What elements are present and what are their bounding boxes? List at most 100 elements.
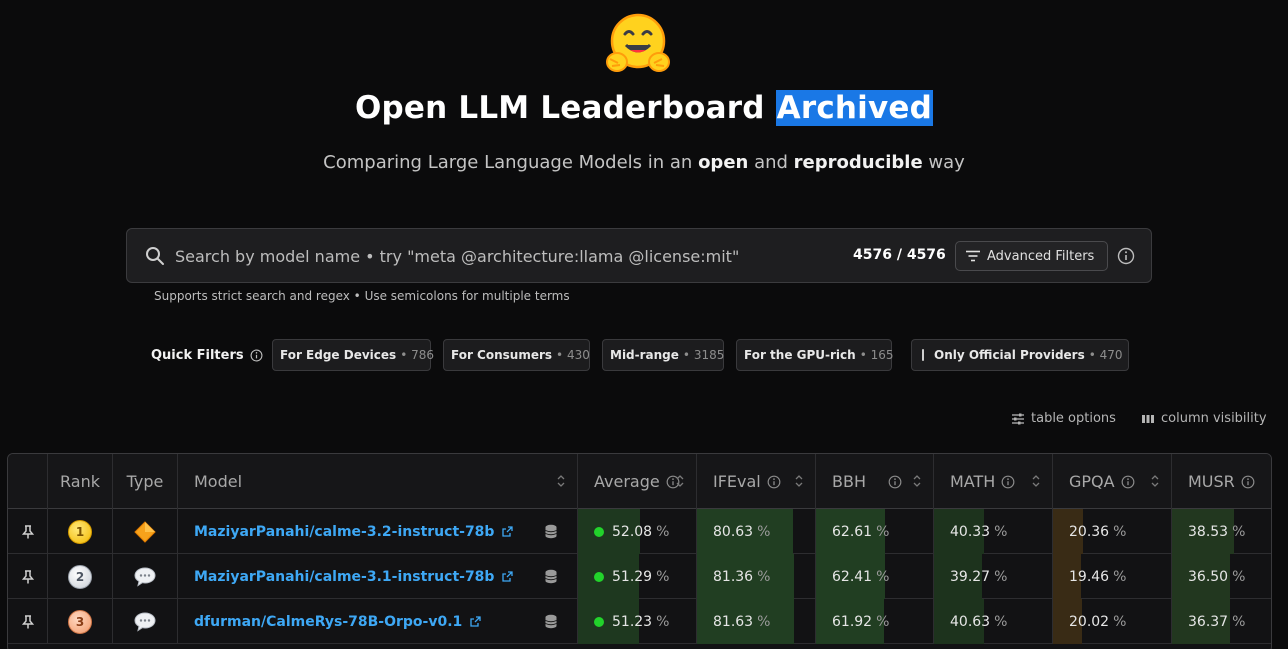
sort-icon[interactable] bbox=[1032, 474, 1040, 488]
ifeval-value: 80.63 bbox=[713, 523, 754, 540]
sort-icon[interactable] bbox=[557, 474, 565, 488]
pct: % bbox=[757, 613, 771, 630]
pct: % bbox=[1113, 523, 1127, 540]
pct: % bbox=[876, 568, 890, 585]
column-header-musr[interactable]: MUSR bbox=[1172, 454, 1271, 509]
pin-icon[interactable] bbox=[21, 614, 34, 629]
column-header-math[interactable]: MATH bbox=[934, 454, 1053, 509]
table-row[interactable]: 1 MaziyarPanahi/calme-3.2-instruct-78b 5… bbox=[8, 509, 1271, 554]
column-header-average[interactable]: Average bbox=[578, 454, 697, 509]
info-icon[interactable] bbox=[250, 349, 263, 362]
pct: % bbox=[994, 523, 1008, 540]
quick-filter-official-providers[interactable]: Only Official Providers • 470 bbox=[911, 339, 1129, 371]
gpqa-cell: 20.02% bbox=[1053, 599, 1172, 644]
search-input[interactable] bbox=[175, 243, 815, 269]
diamond-icon bbox=[134, 520, 156, 543]
pin-icon[interactable] bbox=[21, 524, 34, 539]
musr-value: 38.53 bbox=[1188, 523, 1229, 540]
pct: % bbox=[876, 613, 890, 630]
external-link-icon[interactable] bbox=[470, 616, 481, 627]
leaderboard-table: Rank Type Model Average IFEval BBH MATH … bbox=[7, 453, 1272, 649]
column-header-type[interactable]: Type bbox=[113, 454, 178, 509]
sort-icon[interactable] bbox=[1151, 474, 1159, 488]
chat-bubble-icon bbox=[134, 566, 156, 587]
advanced-filters-button[interactable]: Advanced Filters bbox=[955, 241, 1108, 271]
search-icon bbox=[146, 247, 164, 265]
column-header-gpqa[interactable]: GPQA bbox=[1053, 454, 1172, 509]
ifeval-value: 81.63 bbox=[713, 613, 754, 630]
info-icon[interactable] bbox=[1001, 475, 1015, 489]
pin-cell[interactable] bbox=[8, 554, 48, 599]
pct: % bbox=[994, 613, 1008, 630]
ifeval-value: 81.36 bbox=[713, 568, 754, 585]
header-label: Type bbox=[126, 472, 164, 491]
status-dot bbox=[594, 526, 604, 537]
subtitle-text: Comparing Large Language Models in an bbox=[323, 152, 699, 173]
rank-gold-badge: 1 bbox=[68, 519, 92, 544]
status-dot bbox=[594, 616, 604, 627]
sort-icon[interactable] bbox=[913, 474, 921, 488]
info-icon[interactable] bbox=[1117, 247, 1135, 265]
leaderboard-page: Open LLM Leaderboard Archived Comparing … bbox=[0, 0, 1288, 649]
ifeval-cell: 80.63% bbox=[697, 509, 816, 554]
info-icon[interactable] bbox=[1121, 475, 1135, 489]
average-value: 51.29 bbox=[612, 568, 653, 585]
quick-filter-consumers[interactable]: For Consumers • 430 bbox=[443, 339, 590, 371]
info-icon[interactable] bbox=[1241, 475, 1255, 489]
database-icon bbox=[545, 524, 557, 539]
model-cell: MaziyarPanahi/calme-3.2-instruct-78b bbox=[178, 509, 578, 554]
table-row[interactable]: 3 dfurman/CalmeRys-78B-Orpo-v0.1 51.23% … bbox=[8, 599, 1271, 644]
chip-count: • 165 bbox=[859, 348, 894, 362]
page-title: Open LLM Leaderboard Archived bbox=[0, 90, 1288, 126]
math-cell: 40.63% bbox=[934, 599, 1053, 644]
type-cell bbox=[113, 509, 178, 554]
chip-count: • 786 bbox=[400, 348, 434, 362]
sort-icon[interactable] bbox=[676, 474, 684, 488]
pct: % bbox=[1113, 568, 1127, 585]
quick-filter-mid-range[interactable]: Mid-range • 3185 bbox=[602, 339, 724, 371]
header-label: MUSR bbox=[1188, 472, 1235, 491]
pin-cell[interactable] bbox=[8, 509, 48, 554]
filter-icon bbox=[966, 250, 980, 262]
column-visibility-button[interactable]: column visibility bbox=[1141, 411, 1267, 426]
pin-cell[interactable] bbox=[8, 599, 48, 644]
checkbox-icon[interactable] bbox=[922, 349, 924, 361]
table-options-button[interactable]: table options bbox=[1011, 411, 1116, 426]
sort-icon[interactable] bbox=[795, 474, 803, 488]
column-header-ifeval[interactable]: IFEval bbox=[697, 454, 816, 509]
column-header-model[interactable]: Model bbox=[178, 454, 578, 509]
status-dot bbox=[594, 571, 604, 582]
gpqa-cell: 19.46% bbox=[1053, 554, 1172, 599]
chip-label: Mid-range bbox=[610, 348, 679, 362]
page-title-main: Open LLM Leaderboard bbox=[354, 90, 765, 126]
pin-icon[interactable] bbox=[21, 569, 34, 584]
info-icon[interactable] bbox=[767, 475, 781, 489]
bbh-cell: 61.92% bbox=[816, 599, 934, 644]
external-link-icon[interactable] bbox=[502, 526, 514, 537]
bbh-cell: 62.61% bbox=[816, 509, 934, 554]
table-row[interactable]: 2 MaziyarPanahi/calme-3.1-instruct-78b 5… bbox=[8, 554, 1271, 599]
model-link[interactable]: dfurman/CalmeRys-78B-Orpo-v0.1 bbox=[194, 614, 462, 630]
database-icon bbox=[545, 569, 557, 584]
quick-filter-edge-devices[interactable]: For Edge Devices • 786 bbox=[272, 339, 434, 371]
bbh-value: 62.41 bbox=[832, 568, 873, 585]
result-count: 4576 / 4576 bbox=[853, 247, 946, 263]
quick-filter-gpu-rich[interactable]: For the GPU-rich • 165 bbox=[736, 339, 894, 371]
pct: % bbox=[1232, 523, 1246, 540]
subtitle-text: and bbox=[748, 152, 794, 173]
columns-icon bbox=[1142, 414, 1154, 423]
info-icon[interactable] bbox=[888, 475, 902, 489]
ifeval-cell: 81.63% bbox=[697, 599, 816, 644]
column-header-bbh[interactable]: BBH bbox=[816, 454, 934, 509]
pct: % bbox=[656, 568, 670, 585]
model-link[interactable]: MaziyarPanahi/calme-3.1-instruct-78b bbox=[194, 569, 494, 585]
subtitle-reproducible: reproducible bbox=[793, 152, 923, 173]
math-value: 39.27 bbox=[950, 568, 991, 585]
chip-label: Only Official Providers bbox=[934, 348, 1085, 362]
chat-bubble-icon bbox=[134, 611, 156, 632]
model-link[interactable]: MaziyarPanahi/calme-3.2-instruct-78b bbox=[194, 524, 494, 540]
column-header-rank[interactable]: Rank bbox=[48, 454, 113, 509]
search-hint: Supports strict search and regex • Use s… bbox=[154, 289, 570, 303]
external-link-icon[interactable] bbox=[502, 571, 514, 582]
math-value: 40.63 bbox=[950, 613, 991, 630]
